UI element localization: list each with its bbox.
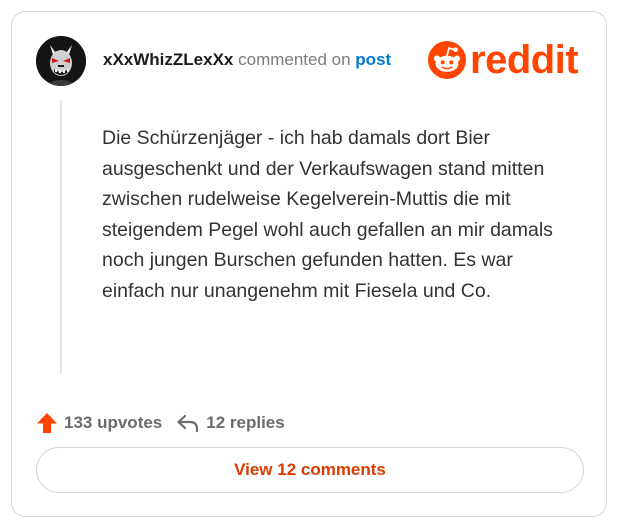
reddit-logo[interactable]: reddit <box>428 38 579 82</box>
comment-actions: 133 upvotes 12 replies <box>36 410 285 436</box>
post-link[interactable]: post <box>355 50 391 69</box>
reply-count: 12 replies <box>206 413 285 432</box>
reply-arrow-icon[interactable] <box>176 413 200 433</box>
username-link[interactable]: xXxWhizZLexXx <box>103 50 233 69</box>
user-avatar[interactable] <box>36 36 86 86</box>
avatar-image <box>36 36 86 86</box>
action-text: commented on <box>238 50 351 69</box>
view-comments-button[interactable]: View 12 comments <box>36 447 584 493</box>
upvote-arrow-icon[interactable] <box>36 412 58 434</box>
comment-header: xXxWhizZLexXx commented on post <box>103 49 391 71</box>
comment-body: Die Schürzenjäger - ich hab damals dort … <box>102 127 553 302</box>
reddit-snoo-icon <box>428 41 466 79</box>
reddit-wordmark: reddit <box>470 38 579 82</box>
comment-card: xXxWhizZLexXx commented on post reddit D… <box>11 11 607 517</box>
upvote-count: 133 upvotes <box>64 413 163 432</box>
thread-line[interactable] <box>60 100 62 373</box>
